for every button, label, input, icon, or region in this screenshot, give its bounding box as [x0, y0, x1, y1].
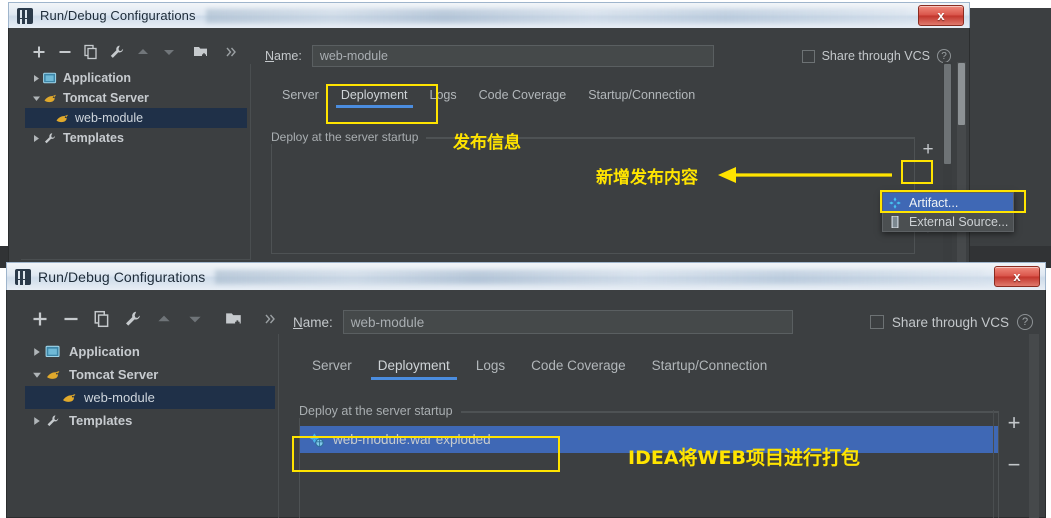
popup-item-external-source[interactable]: External Source... [883, 212, 1013, 231]
artifact-icon [888, 196, 902, 210]
add-icon[interactable] [31, 310, 49, 328]
close-icon: x [1013, 269, 1021, 284]
vertical-scrollbar-thumb-outer-top[interactable] [958, 63, 965, 125]
group-legend-row: Deploy at the server startup [299, 404, 999, 418]
name-input[interactable]: web-module [342, 310, 793, 334]
annotation-deploy-info: 发布信息 [453, 133, 521, 153]
more-icon[interactable] [223, 44, 239, 60]
tree-panel-border-top [21, 64, 251, 260]
group-legend-row: Deploy at the server startup [271, 130, 915, 144]
tabs-bottom[interactable]: Server Deployment Logs Code Coverage Sta… [299, 358, 780, 380]
legend-line [460, 410, 999, 412]
tab-server[interactable]: Server [271, 88, 330, 108]
group-legend-label: Deploy at the server startup [271, 130, 427, 144]
help-icon[interactable]: ? [937, 49, 951, 63]
move-down-icon[interactable] [161, 44, 177, 60]
folder-add-icon[interactable] [225, 310, 243, 328]
titlebar-top[interactable]: Run/Debug Configurations x [8, 2, 970, 28]
titlebar-bottom[interactable]: Run/Debug Configurations x [6, 262, 1046, 290]
deployment-add-group-top[interactable]: + [917, 140, 939, 159]
copy-icon[interactable] [83, 44, 99, 60]
remove-deployment-button[interactable]: − [1003, 454, 1025, 476]
vertical-scrollbar-thumb-top[interactable] [944, 64, 951, 164]
buttons-separator-bottom [993, 410, 994, 518]
share-vcs-label: Share through VCS [891, 314, 1009, 330]
dialog-body-bottom: Application Tomcat Server web-module Tem… [6, 290, 1046, 518]
vertical-scrollbar-bottom[interactable] [1029, 334, 1039, 518]
annotation-packaging: IDEA将WEB项目进行打包 [628, 447, 860, 469]
popup-item-label: External Source... [909, 214, 1009, 229]
tab-code-coverage[interactable]: Code Coverage [518, 358, 639, 380]
app-icon [17, 7, 33, 24]
add-deployment-button[interactable]: + [917, 140, 939, 159]
close-icon: x [937, 8, 945, 23]
deployment-list-bottom[interactable]: web-module:war exploded [300, 426, 998, 517]
titlebar-blur [215, 269, 984, 284]
name-label: Name: [265, 49, 302, 63]
dialog-title: Run/Debug Configurations [40, 8, 196, 23]
name-row-top: Name: web-module Share through VCS ? [265, 45, 951, 67]
tab-startup-connection[interactable]: Startup/Connection [639, 358, 781, 380]
wrench-icon[interactable] [109, 44, 125, 60]
tabs-top[interactable]: Server Deployment Logs Code Coverage Sta… [271, 88, 706, 108]
add-deployment-popup[interactable]: Artifact... External Source... [882, 192, 1014, 232]
tab-logs[interactable]: Logs [463, 358, 518, 380]
annotation-add-content: 新增发布内容 [596, 168, 698, 188]
vertical-scrollbar-track-outer-top[interactable] [957, 62, 966, 262]
close-button[interactable]: x [918, 5, 964, 26]
tab-startup-connection[interactable]: Startup/Connection [577, 88, 706, 108]
deployment-buttons-bottom[interactable]: + − [1003, 412, 1025, 476]
copy-icon[interactable] [93, 310, 111, 328]
share-vcs-checkbox[interactable] [869, 315, 884, 329]
name-row-bottom: Name: web-module Share through VCS ? [293, 310, 1033, 334]
dialog-title: Run/Debug Configurations [38, 268, 206, 285]
folder-add-icon[interactable] [193, 44, 209, 60]
move-down-icon[interactable] [186, 310, 204, 328]
share-vcs-group[interactable]: Share through VCS ? [801, 49, 951, 63]
group-legend-label: Deploy at the server startup [299, 404, 461, 418]
name-label: Name: [293, 314, 333, 330]
move-up-icon[interactable] [135, 44, 151, 60]
deploy-group-top: Deploy at the server startup [271, 130, 915, 254]
move-up-icon[interactable] [155, 310, 173, 328]
tab-code-coverage[interactable]: Code Coverage [468, 88, 578, 108]
app-icon [15, 268, 31, 285]
tab-deployment[interactable]: Deployment [330, 88, 419, 108]
close-button[interactable]: x [994, 266, 1040, 287]
config-toolbar-bottom[interactable] [31, 310, 278, 328]
titlebar-blur [205, 8, 908, 23]
wrench-icon[interactable] [124, 310, 142, 328]
external-source-icon [888, 215, 902, 229]
tab-deployment[interactable]: Deployment [365, 358, 463, 380]
config-toolbar-top[interactable] [31, 44, 239, 60]
share-vcs-checkbox[interactable] [801, 49, 815, 63]
vertical-scrollbar-track-top[interactable] [943, 62, 952, 262]
artifact-icon [308, 432, 325, 448]
tab-logs[interactable]: Logs [419, 88, 468, 108]
screenshot-root: Run/Debug Configurations x Application T… [0, 0, 1051, 518]
name-input[interactable]: web-module [311, 45, 714, 67]
tree-panel-border-bottom [21, 334, 279, 518]
remove-icon[interactable] [57, 44, 73, 60]
popup-item-artifact[interactable]: Artifact... [883, 193, 1013, 212]
list-item-label: web-module:war exploded [333, 432, 491, 447]
tab-server[interactable]: Server [299, 358, 365, 380]
help-icon[interactable]: ? [1017, 314, 1033, 330]
share-vcs-group[interactable]: Share through VCS ? [869, 314, 1033, 330]
add-deployment-button[interactable]: + [1003, 412, 1025, 434]
share-vcs-label: Share through VCS [821, 49, 930, 63]
add-icon[interactable] [31, 44, 47, 60]
more-icon[interactable] [262, 311, 278, 327]
remove-icon[interactable] [62, 310, 80, 328]
annotation-arrow-left [718, 167, 892, 183]
popup-item-label: Artifact... [909, 195, 959, 210]
run-debug-configurations-dialog-bottom[interactable]: Run/Debug Configurations x Application T… [6, 262, 1046, 518]
